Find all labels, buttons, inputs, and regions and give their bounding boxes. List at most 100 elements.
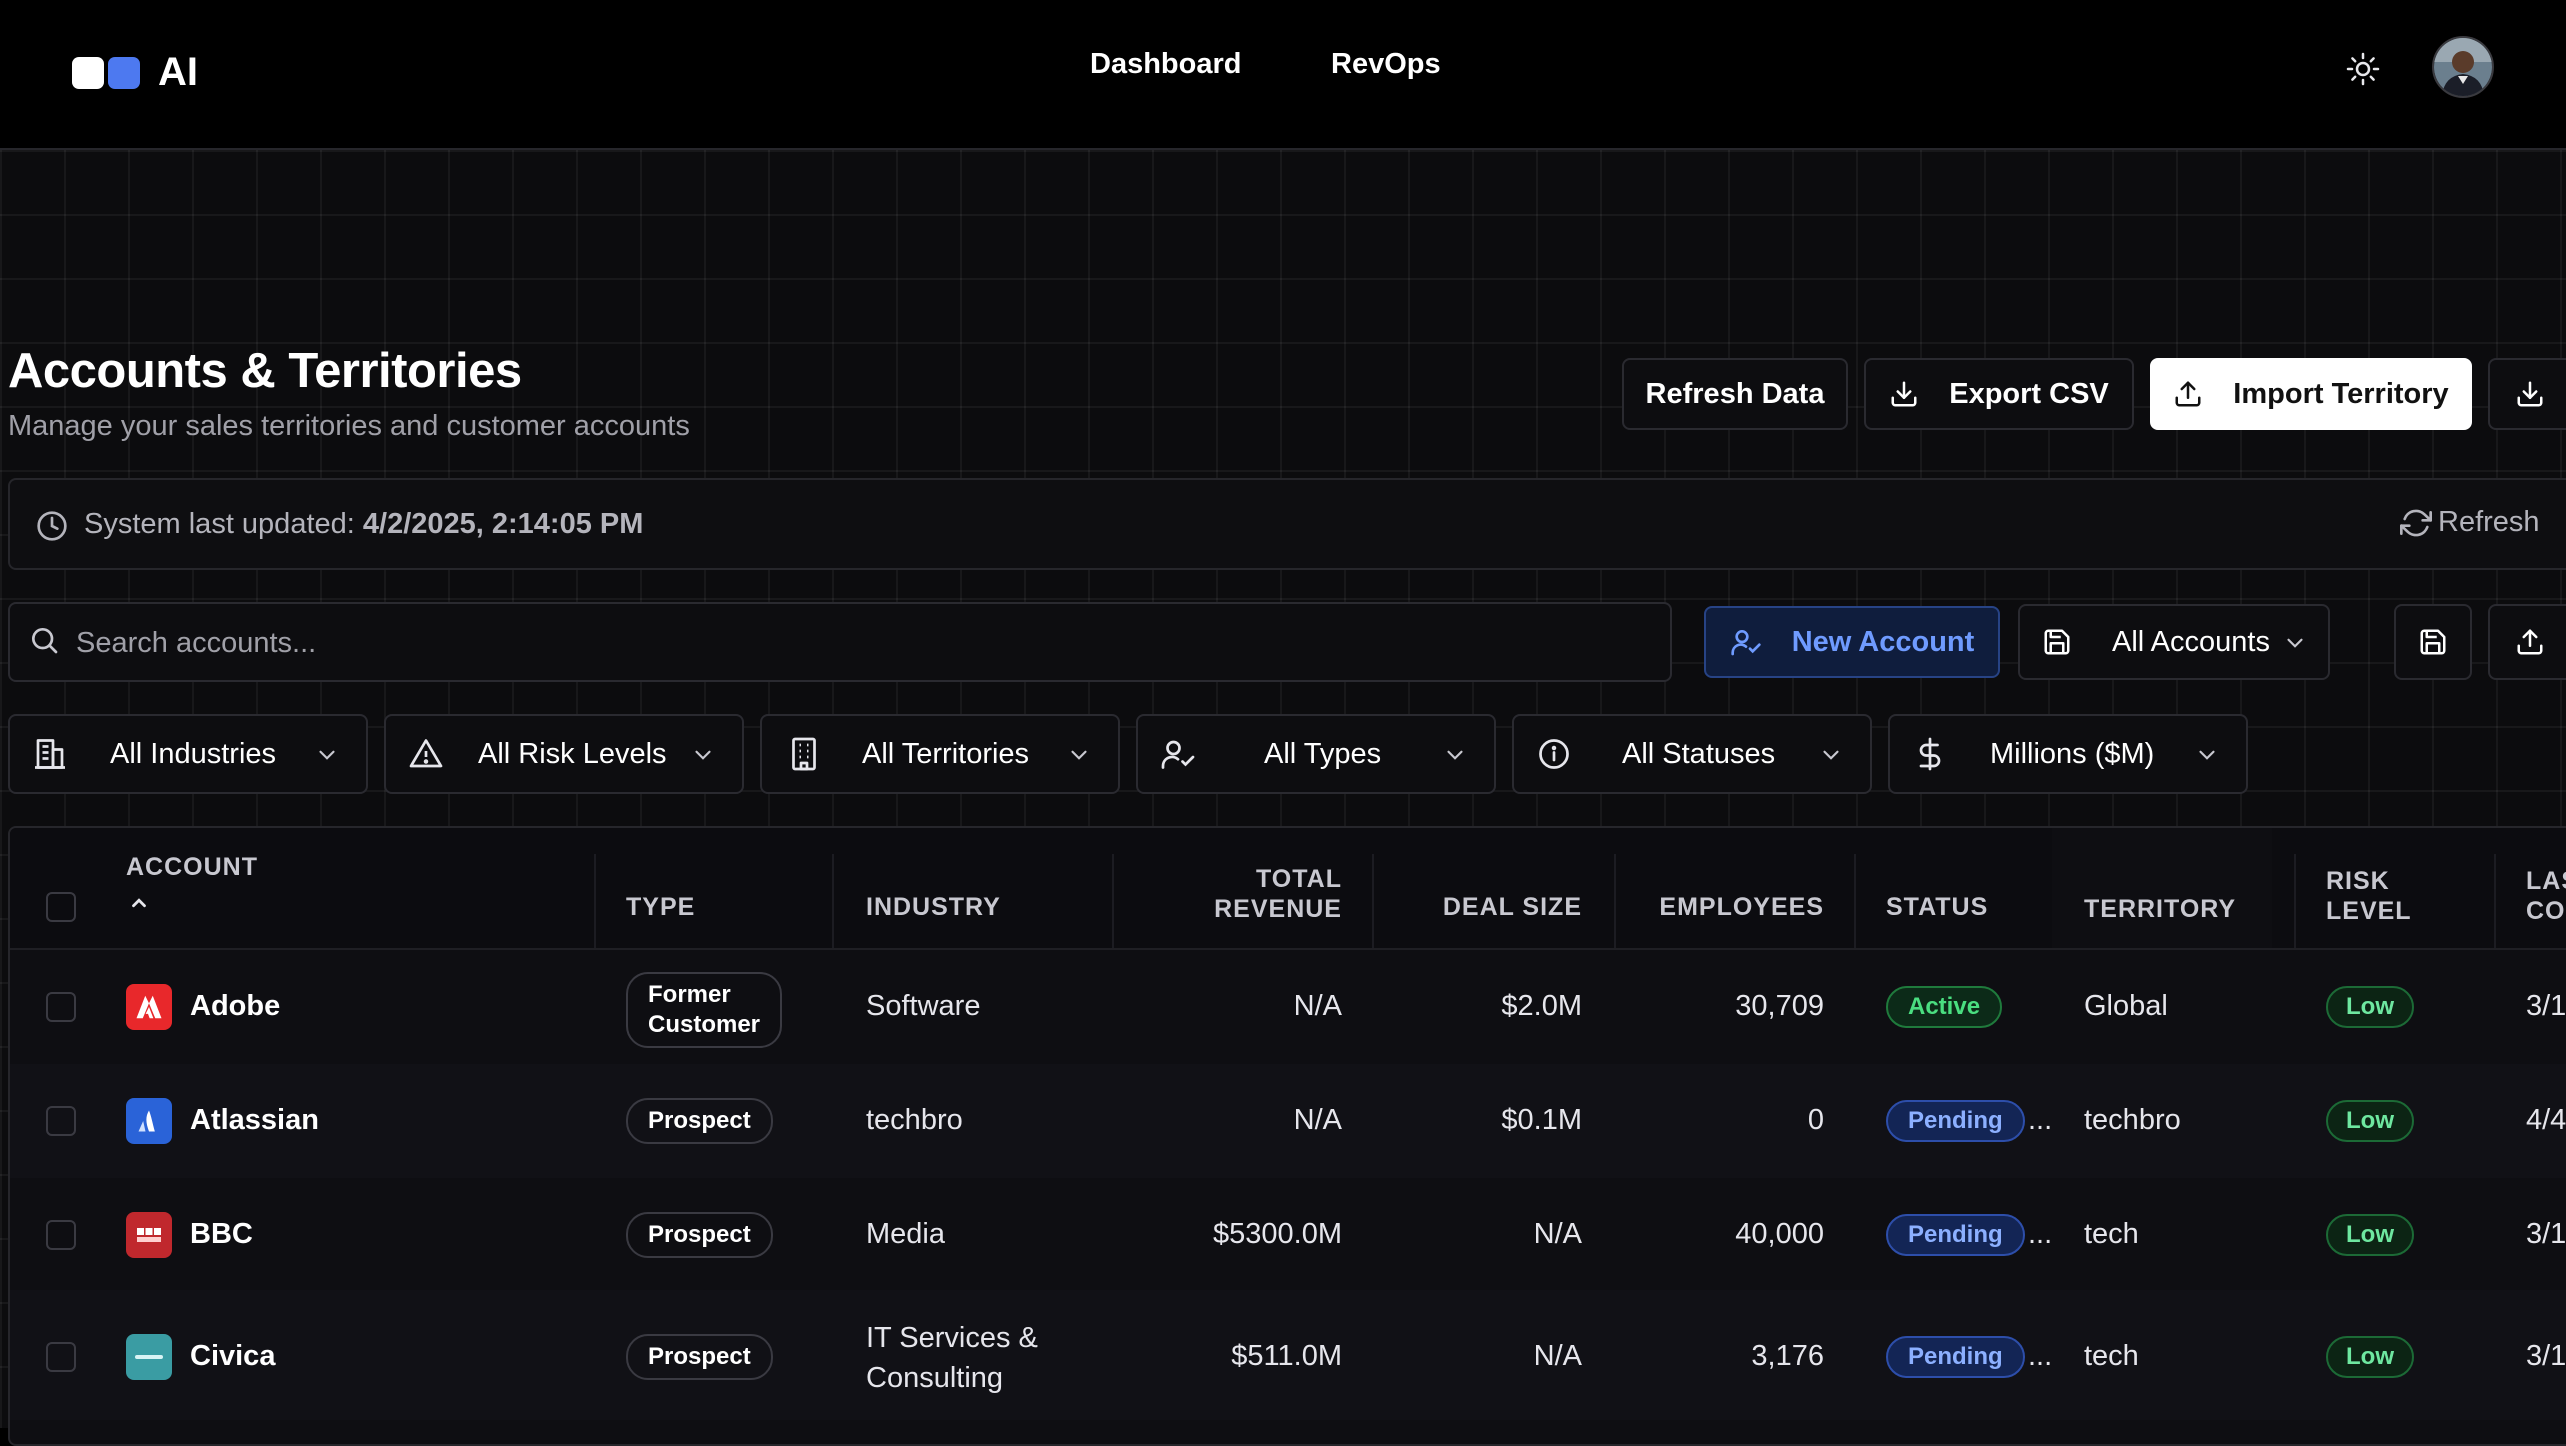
status-overflow-ellipsis: ... [2028, 1104, 2053, 1136]
row-checkbox[interactable] [46, 1220, 76, 1250]
last-updated-label: System last updated: [84, 508, 355, 540]
clock-icon [37, 511, 67, 541]
header-last-line2: CO [2526, 897, 2566, 925]
header-total-revenue[interactable]: TOTAL REVENUE [1120, 864, 1342, 924]
nav-revops[interactable]: RevOps [1331, 48, 1441, 81]
type-filter-label: All Types [1264, 738, 1382, 770]
refresh-data-button[interactable]: Refresh Data [1622, 358, 1848, 430]
industry-filter[interactable]: All Industries [8, 714, 368, 794]
last-contact-cell: 4/4 [2526, 1104, 2566, 1136]
last-updated-timestamp: 4/2/2025, 2:14:05 PM [362, 508, 644, 540]
account-name[interactable]: BBC [190, 1218, 253, 1251]
table-row[interactable]: Civica Prospect IT Services & Consulting… [10, 1290, 2566, 1420]
page-subtitle: Manage your sales territories and custom… [8, 410, 690, 442]
status-badge: Active [1886, 986, 2003, 1028]
deal-size-cell: N/A [1533, 1218, 1582, 1250]
app-logo[interactable]: AI [72, 50, 198, 95]
status-refresh-label: Refresh [2438, 506, 2540, 538]
chevron-down-icon [319, 750, 335, 760]
row-checkbox[interactable] [46, 1106, 76, 1136]
status-overflow-ellipsis: ... [2028, 1340, 2053, 1372]
nav-dashboard[interactable]: Dashboard [1090, 48, 1241, 81]
user-avatar[interactable] [2432, 36, 2494, 98]
sort-up-icon[interactable] [128, 892, 150, 914]
employees-cell: 3,176 [1751, 1340, 1824, 1372]
type-line2: Customer [648, 1011, 761, 1038]
status-filter[interactable]: All Statuses [1512, 714, 1872, 794]
deal-size-cell: $2.0M [1501, 990, 1582, 1022]
employees-cell: 30,709 [1735, 990, 1824, 1022]
header-account[interactable]: ACCOUNT [126, 852, 258, 882]
type-filter[interactable]: All Types [1136, 714, 1496, 794]
territory-cell: techbro [2084, 1104, 2181, 1136]
account-view-select[interactable]: All Accounts [2018, 604, 2330, 680]
status-badge: Pending [1886, 1100, 2025, 1142]
row-checkbox[interactable] [46, 992, 76, 1022]
territory-filter[interactable]: All Territories [760, 714, 1120, 794]
last-contact-cell: 3/1 [2526, 1340, 2566, 1372]
territory-filter-label: All Territories [862, 738, 1030, 770]
header-total-revenue-line1: TOTAL [1255, 865, 1342, 893]
refresh-icon [2400, 509, 2432, 536]
header-industry[interactable]: INDUSTRY [866, 892, 1001, 922]
account-name[interactable]: Adobe [190, 990, 280, 1023]
save-view-button[interactable] [2394, 604, 2472, 680]
currency-unit-filter-label: Millions ($M) [1990, 738, 2155, 770]
header-deal-size[interactable]: DEAL SIZE [1380, 892, 1582, 922]
row-checkbox[interactable] [46, 1342, 76, 1372]
download-button[interactable] [2488, 358, 2566, 430]
header-total-revenue-line2: REVENUE [1214, 895, 1342, 923]
status-badge: Pending [1886, 1336, 2025, 1378]
system-status-bar: System last updated: 4/2/2025, 2:14:05 P… [8, 478, 2566, 570]
chevron-down-icon [1823, 750, 1839, 760]
new-account-button[interactable]: New Account [1704, 606, 2000, 678]
save-icon [2044, 629, 2070, 655]
chevron-down-icon [695, 750, 711, 760]
revenue-cell: $5300.0M [1213, 1218, 1342, 1250]
export-csv-button[interactable]: Export CSV [1864, 358, 2134, 430]
deal-size-cell: N/A [1533, 1340, 1582, 1372]
atlassian-logo [126, 1098, 172, 1144]
status-refresh-button[interactable]: Refresh [2400, 506, 2540, 539]
logo-square-white [72, 56, 104, 89]
currency-unit-filter[interactable]: Millions ($M) [1888, 714, 2248, 794]
header-status[interactable]: STATUS [1886, 892, 1988, 922]
risk-level-filter[interactable]: All Risk Levels [384, 714, 744, 794]
import-territory-button[interactable]: Import Territory [2150, 358, 2472, 430]
industry-cell: techbro [866, 1104, 963, 1136]
factory-icon [35, 739, 65, 769]
upload-icon [2517, 629, 2543, 655]
header-employees[interactable]: EMPLOYEES [1622, 892, 1824, 922]
dollar-icon [1919, 737, 1941, 771]
type-pill: Prospect [626, 1098, 773, 1144]
header-risk-level[interactable]: RISK LEVEL [2326, 866, 2412, 926]
top-navigation-bar: AI Dashboard RevOps [0, 0, 2566, 150]
risk-level-filter-label: All Risk Levels [478, 738, 667, 770]
sun-icon[interactable] [2346, 52, 2380, 86]
type-pill: Prospect [626, 1334, 773, 1380]
header-risk-line2: LEVEL [2326, 897, 2412, 925]
accounts-table: ACCOUNT TYPE INDUSTRY TOTAL REVENUE DEAL… [8, 826, 2566, 1446]
header-territory[interactable]: TERRITORY [2084, 894, 2236, 924]
chevron-down-icon [2199, 750, 2215, 760]
header-type[interactable]: TYPE [626, 892, 695, 922]
account-name[interactable]: Atlassian [190, 1104, 319, 1137]
industry-line2: Consulting [866, 1362, 1004, 1394]
employees-cell: 40,000 [1735, 1218, 1824, 1250]
share-upload-button[interactable] [2488, 604, 2566, 680]
search-input[interactable] [74, 622, 1638, 664]
table-row[interactable]: Adobe Former Customer Software N/A $2.0M… [10, 950, 2566, 1064]
status-filter-label: All Statuses [1622, 738, 1776, 770]
refresh-data-label: Refresh Data [1645, 377, 1825, 410]
table-row[interactable]: Atlassian Prospect techbro N/A $0.1M 0 P… [10, 1064, 2566, 1178]
chevron-down-icon [1447, 750, 1463, 760]
table-row[interactable]: BBC Prospect Media $5300.0M N/A 40,000 P… [10, 1178, 2566, 1290]
deal-size-cell: $0.1M [1501, 1104, 1582, 1136]
download-icon [2517, 381, 2543, 407]
logo-square-blue [108, 56, 140, 89]
bbc-logo [126, 1212, 172, 1258]
adobe-logo [126, 984, 172, 1030]
header-last-contact[interactable]: LAS CO [2526, 866, 2566, 926]
select-all-checkbox[interactable] [46, 892, 76, 922]
account-name[interactable]: Civica [190, 1340, 275, 1373]
